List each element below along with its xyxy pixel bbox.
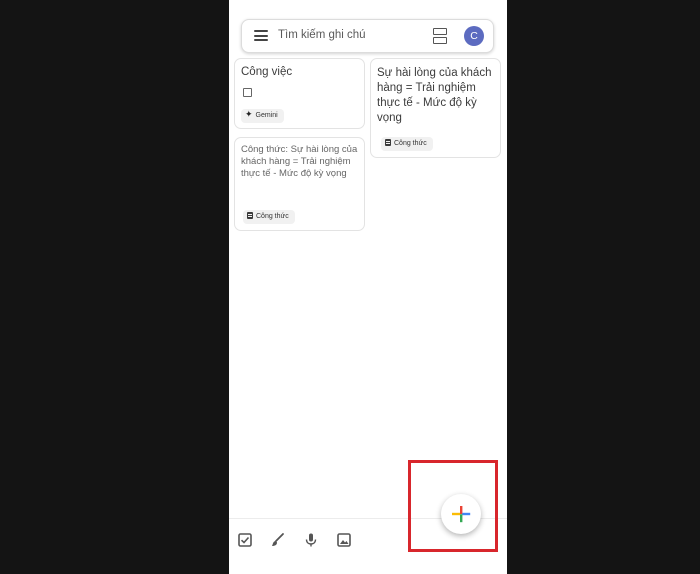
label-chip[interactable]: ✦ Gemini (241, 109, 284, 123)
note-card[interactable]: Sự hài lòng của khách hàng = Trải nghiệm… (370, 58, 501, 158)
grid-view-toggle-icon[interactable] (433, 28, 447, 44)
note-body: Công thức: Sự hài lòng của khách hàng = … (241, 144, 358, 179)
brush-icon[interactable] (270, 532, 286, 548)
chip-label: Công thức (256, 213, 289, 220)
label-chip[interactable]: Công thức (381, 137, 433, 151)
plus-icon (452, 506, 471, 523)
document-icon (247, 211, 253, 219)
note-card[interactable]: Công thức: Sự hài lòng của khách hàng = … (234, 137, 365, 231)
new-note-button[interactable] (441, 494, 481, 534)
avatar[interactable]: C (464, 26, 484, 46)
image-icon[interactable] (336, 532, 352, 548)
checkbox-icon[interactable] (243, 88, 252, 97)
note-card[interactable]: Công việc ✦ Gemini (234, 58, 365, 129)
app-window: Tìm kiếm ghi chú C Công việc ✦ Gemini Côn… (229, 0, 507, 574)
note-title: Công việc (241, 66, 293, 78)
menu-icon[interactable] (254, 30, 268, 41)
label-chip[interactable]: Công thức (243, 210, 295, 224)
microphone-icon[interactable] (303, 532, 319, 548)
search-input[interactable]: Tìm kiếm ghi chú (278, 29, 366, 41)
screen: Tìm kiếm ghi chú C Công việc ✦ Gemini Côn… (0, 0, 700, 574)
chip-label: Công thức (394, 140, 427, 147)
search-bar[interactable]: Tìm kiếm ghi chú C (241, 19, 494, 53)
chip-label: Gemini (255, 112, 278, 119)
document-icon (385, 138, 391, 146)
sparkle-icon: ✦ (245, 108, 253, 119)
note-title: Sự hài lòng của khách hàng = Trải nghiệm… (377, 67, 492, 124)
checkbox-icon[interactable] (237, 532, 253, 548)
